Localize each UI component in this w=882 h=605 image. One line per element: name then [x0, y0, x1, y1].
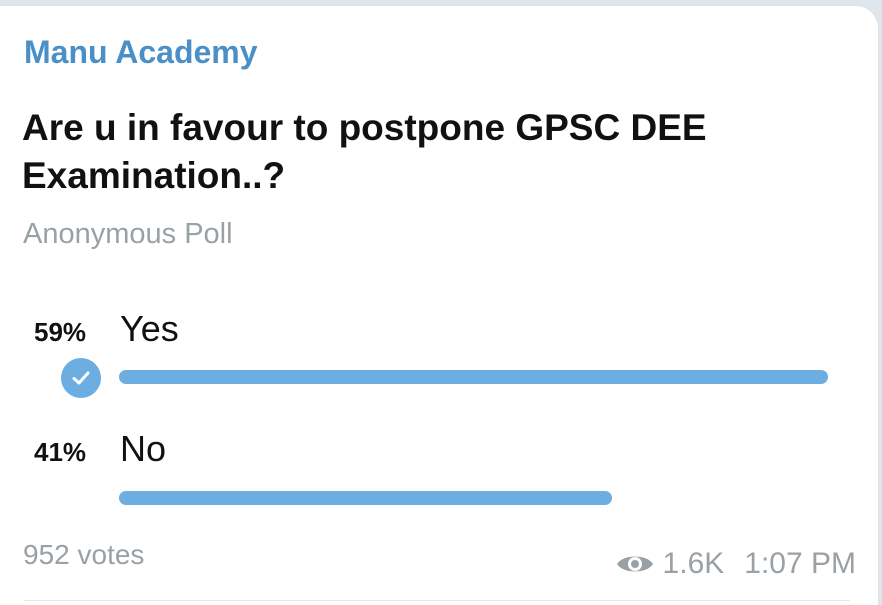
channel-name[interactable]: Manu Academy [24, 36, 258, 68]
option-percent: 41% [34, 437, 87, 467]
option-label: Yes [120, 308, 179, 349]
option-percent: 59% [34, 317, 87, 347]
option-label: No [120, 428, 167, 469]
option-result-fill [119, 491, 612, 505]
poll-message-card: Manu Academy Are u in favour to postpone… [0, 6, 878, 605]
check-mark [72, 371, 90, 385]
poll-type-label: Anonymous Poll [23, 218, 233, 250]
poll-question: Are u in favour to postpone GPSC DEE Exa… [22, 107, 707, 196]
divider [24, 600, 850, 601]
view-count: 1.6K [662, 547, 725, 580]
option-result-bar [119, 370, 828, 384]
option-result-fill [119, 370, 828, 384]
option-result-bar [119, 491, 828, 505]
eye-icon [616, 556, 653, 572]
vote-count[interactable]: 952 votes [23, 541, 144, 569]
message-meta: 1.6K 1:07 PM [615, 549, 856, 579]
check-icon [61, 358, 101, 398]
message-time: 1:07 PM [744, 547, 856, 580]
